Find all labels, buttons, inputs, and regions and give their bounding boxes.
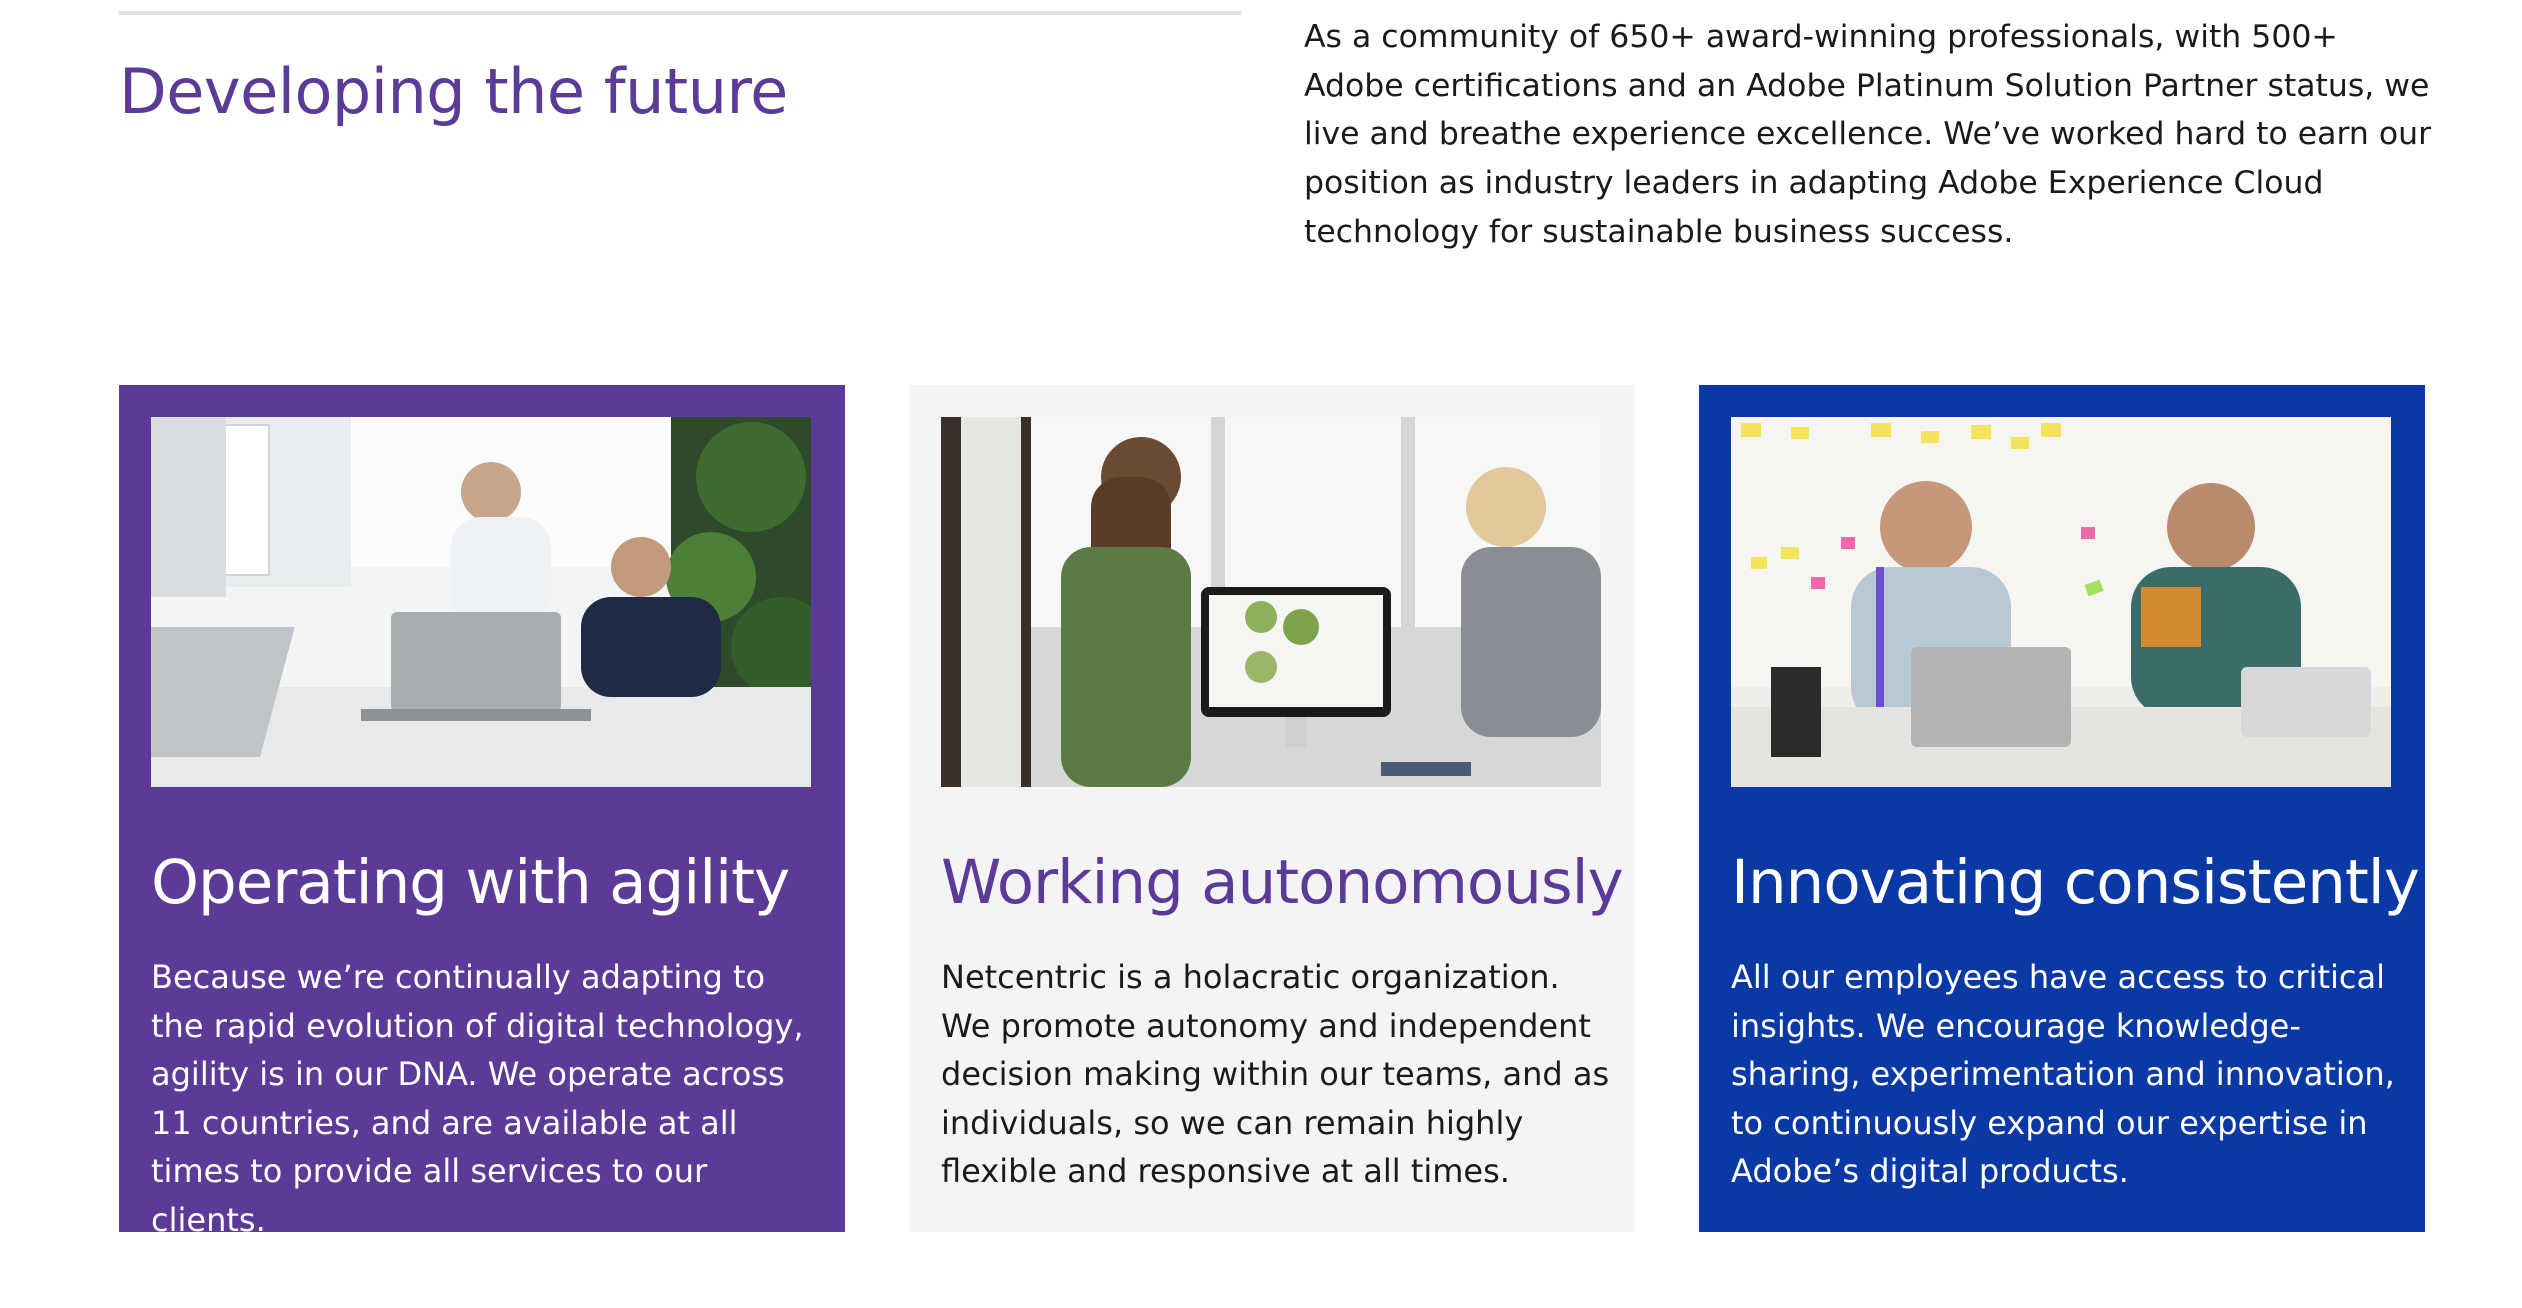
card-innovating-consistently: Innovating consistently All our employee… [1699,385,2425,1232]
intro-paragraph: As a community of 650+ award-winning pro… [1304,19,2432,250]
card-title: Working autonomously [941,847,1624,918]
card-working-autonomously: Working autonomously Netcentric is a hol… [909,385,1635,1232]
section-divider [119,11,1241,15]
card-text: All our employees have access to critica… [1731,958,2395,1190]
card-title: Innovating consistently [1731,847,2420,918]
whiteboard-discussion-photo [1731,417,2391,787]
card-title: Operating with agility [151,847,790,918]
office-team-laptop-photo [151,417,811,787]
card-text: Because we’re continually adapting to th… [151,958,804,1239]
card-text: Netcentric is a holacratic organization.… [941,958,1610,1190]
colleagues-at-monitor-photo [941,417,1601,787]
card-operating-with-agility: Operating with agility Because we’re con… [119,385,845,1239]
section-title: Developing the future [119,55,788,128]
page: Developing the future As a community of … [0,0,2522,1308]
